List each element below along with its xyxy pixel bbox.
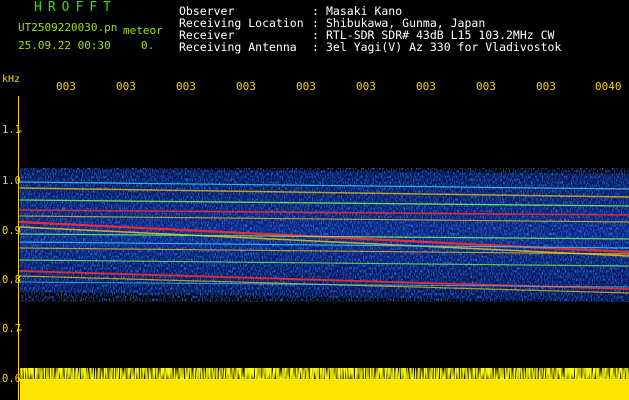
baseline-noise-fill <box>20 379 629 400</box>
time-tick: 003 <box>416 80 436 93</box>
spectrogram-plot <box>18 96 629 400</box>
time-tick: 0040 <box>595 80 622 93</box>
baseline-noise-spikes <box>20 368 629 380</box>
time-tick: 003 <box>356 80 376 93</box>
meteor-count: 0. <box>141 39 155 52</box>
time-tick: 003 <box>176 80 196 93</box>
mode-label: meteor <box>123 24 163 37</box>
app-title: HROFFT <box>34 0 117 15</box>
capture-datetime: 25.09.22 00:30 <box>18 39 111 52</box>
file-name: UT2509220030.pn <box>18 21 118 34</box>
time-tick: 003 <box>476 80 496 93</box>
hrofft-window: HROFFT UT2509220030.pn meteor 25.09.22 0… <box>0 0 629 400</box>
time-tick: 003 <box>296 80 316 93</box>
time-tick: 003 <box>56 80 76 93</box>
time-tick: 003 <box>236 80 256 93</box>
separator: : <box>312 40 319 54</box>
antenna-value: 3el Yagi(V) Az 330 for Vladivostok <box>326 40 562 54</box>
spectrogram-canvas <box>18 96 629 400</box>
freq-unit-label: kHz <box>2 74 21 85</box>
time-tick: 003 <box>536 80 556 93</box>
time-tick: 003 <box>116 80 136 93</box>
antenna-label: Receiving Antenna <box>179 40 297 54</box>
